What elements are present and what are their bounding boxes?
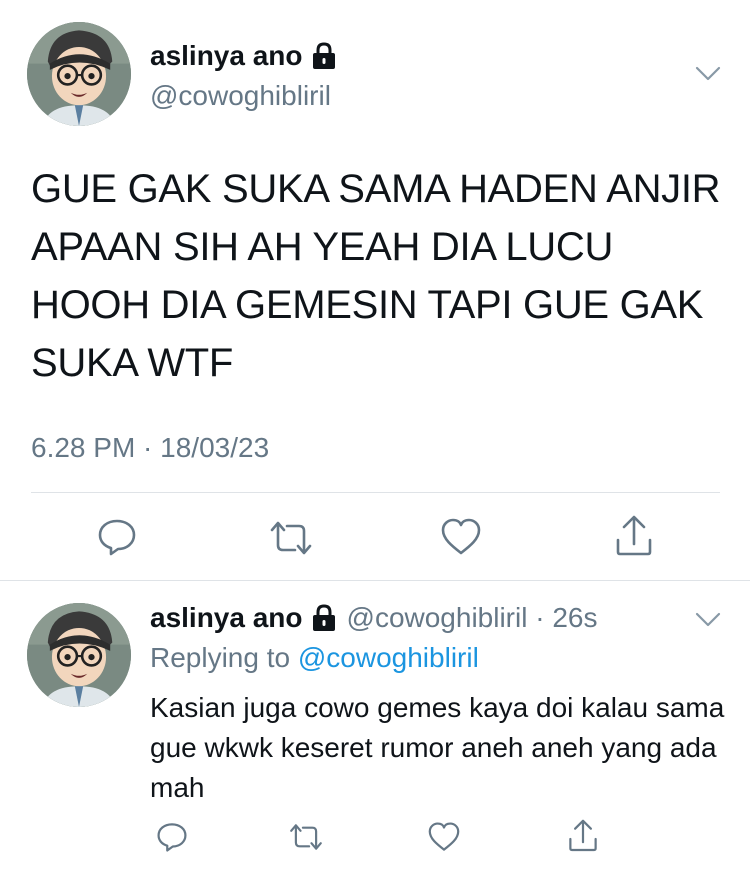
share-button[interactable] (566, 816, 600, 854)
reply-icon (98, 519, 136, 556)
reply-text: Kasian juga cowo gemes kaya doi kalau sa… (150, 692, 725, 803)
author-name-row: aslinya ano (150, 40, 337, 72)
reply-author-row: aslinya ano @cowoghibliril · 26s (150, 602, 597, 634)
replying-to-mention[interactable]: @cowoghibliril (298, 642, 479, 673)
reply-button[interactable] (155, 820, 189, 854)
retweet-icon (270, 521, 312, 555)
avatar-image (27, 22, 131, 126)
reply-display-name[interactable]: aslinya ano (150, 602, 303, 634)
retweet-button[interactable] (268, 518, 314, 558)
section-divider (0, 580, 750, 581)
chevron-down-icon[interactable] (695, 66, 721, 82)
like-icon (441, 518, 481, 555)
like-icon (428, 822, 460, 851)
like-button[interactable] (439, 516, 483, 558)
reply-button[interactable] (96, 516, 138, 558)
tweet-timestamp[interactable]: 6.28 PM · 18/03/23 (31, 432, 269, 464)
retweet-icon (290, 824, 322, 850)
share-icon (616, 515, 652, 556)
reply-icon (157, 823, 187, 852)
display-name[interactable]: aslinya ano (150, 40, 303, 72)
lock-icon (311, 42, 337, 70)
reply-handle-time[interactable]: @cowoghibliril · 26s (347, 602, 598, 634)
author-handle[interactable]: @cowoghibliril (150, 80, 331, 112)
share-icon (569, 819, 597, 852)
lock-icon (311, 604, 337, 632)
divider (31, 492, 720, 493)
replying-to-label: Replying to (150, 642, 298, 673)
avatar[interactable] (27, 22, 131, 126)
replying-to: Replying to @cowoghibliril (150, 642, 479, 674)
chevron-down-icon[interactable] (695, 612, 721, 628)
retweet-button[interactable] (287, 820, 325, 854)
like-button[interactable] (426, 820, 462, 854)
reply-avatar[interactable] (27, 603, 131, 707)
avatar-image (27, 603, 131, 707)
tweet-text: GUE GAK SUKA SAMA HADEN ANJIR APAAN SIH … (31, 167, 721, 385)
share-button[interactable] (614, 512, 654, 558)
